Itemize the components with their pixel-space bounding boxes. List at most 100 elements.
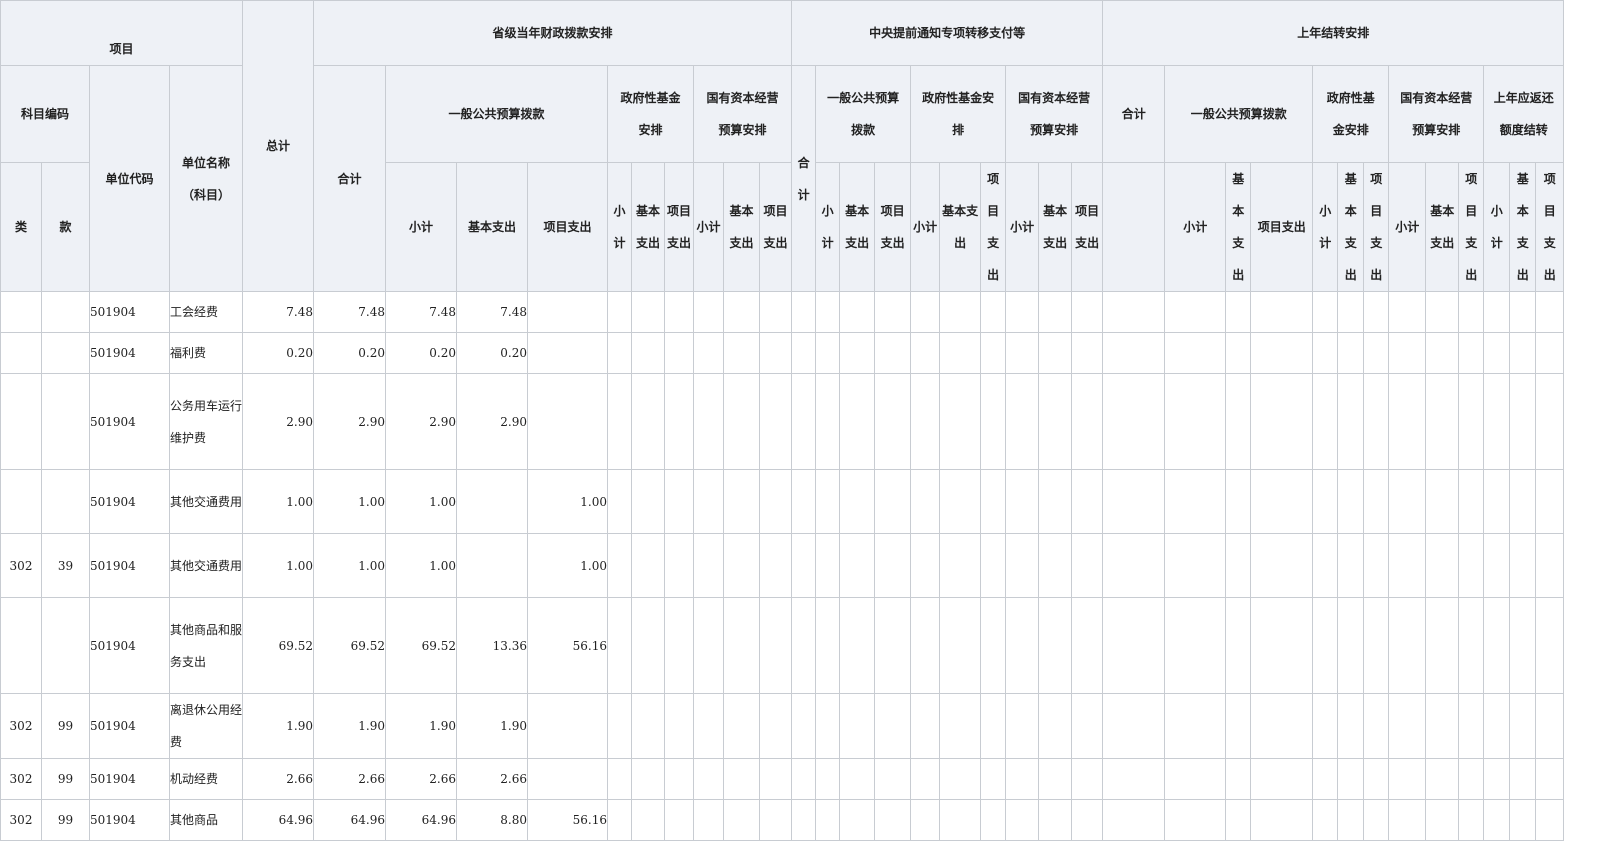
empty-cell [1005, 332, 1040, 374]
empty-cell [839, 597, 876, 694]
subtotal-cell: 64.96 [385, 799, 458, 841]
empty-cell [1458, 373, 1485, 470]
empty-cell [1164, 597, 1227, 694]
empty-cell [664, 373, 695, 470]
header-provincial-total: 合计 [313, 65, 387, 292]
empty-cell [631, 597, 666, 694]
empty-cell [791, 693, 817, 759]
provincial-total-cell: 1.90 [313, 693, 387, 759]
category-cell: 302 [0, 533, 42, 598]
empty-cell [664, 291, 695, 333]
empty-cell [1102, 469, 1166, 534]
empty-cell [910, 758, 941, 800]
empty-cell [1535, 597, 1565, 694]
empty-cell [723, 469, 761, 534]
empty-cell [980, 332, 1007, 374]
unit-name-cell: 机动经费 [168, 758, 244, 800]
unit-name-cell: 其他商品和服务支出 [168, 597, 244, 694]
empty-cell [1458, 469, 1485, 534]
category-cell [0, 597, 42, 694]
empty-cell [1483, 469, 1511, 534]
table-row: 302 39 501904 其他交通费用 1.00 1.00 1.00 1.00 [0, 533, 1565, 598]
empty-cell [1038, 799, 1073, 841]
empty-cell [1425, 469, 1460, 534]
header-general-budget-central: 一般公共预算拨款 [815, 65, 912, 163]
header-basic-c-gb: 基本支出 [839, 162, 876, 292]
empty-cell [759, 533, 793, 598]
item-cell: 99 [41, 799, 90, 841]
basic-exp-cell: 13.36 [456, 597, 529, 694]
item-cell [41, 332, 90, 374]
empty-cell [1038, 758, 1073, 800]
empty-cell [1388, 758, 1427, 800]
header-project-cy-gb: 项目支出 [1250, 162, 1314, 292]
empty-cell [1250, 373, 1314, 470]
empty-cell [1458, 799, 1485, 841]
empty-cell [1425, 291, 1460, 333]
project-exp-cell: 56.16 [527, 597, 609, 694]
empty-cell [693, 758, 725, 800]
unit-code-cell: 501904 [89, 799, 170, 841]
empty-cell [1425, 533, 1460, 598]
empty-cell [791, 373, 817, 470]
empty-cell [1425, 332, 1460, 374]
empty-cell [1483, 373, 1511, 470]
empty-cell [693, 469, 725, 534]
empty-cell [1509, 291, 1537, 333]
empty-cell [1225, 693, 1252, 759]
unit-name-cell: 其他商品 [168, 799, 244, 841]
empty-cell [1458, 758, 1485, 800]
header-gov-fund: 政府性基金安排 [607, 65, 695, 163]
empty-cell [1509, 373, 1537, 470]
empty-cell [1535, 332, 1565, 374]
table-row: 501904 其他商品和服务支出 69.52 69.52 69.52 13.36 56.16 [0, 597, 1565, 694]
item-cell: 39 [41, 533, 90, 598]
empty-cell [1337, 373, 1365, 470]
header-general-budget-carryover: 一般公共预算拨款 [1164, 65, 1314, 163]
subtotal-cell: 7.48 [385, 291, 458, 333]
empty-cell [939, 758, 982, 800]
empty-cell [839, 291, 876, 333]
empty-cell [1312, 332, 1339, 374]
subtotal-cell: 1.00 [385, 533, 458, 598]
empty-cell [1164, 291, 1227, 333]
empty-cell [839, 533, 876, 598]
empty-cell [980, 373, 1007, 470]
header-basic-cy-gb: 基本支出 [1225, 162, 1252, 292]
empty-cell [1458, 291, 1485, 333]
empty-cell [1005, 533, 1040, 598]
header-subject-code: 科目编码 [0, 65, 90, 163]
provincial-total-cell: 0.20 [313, 332, 387, 374]
empty-cell [939, 291, 982, 333]
subtotal-cell: 2.90 [385, 373, 458, 470]
subtotal-cell: 0.20 [385, 332, 458, 374]
header-basic-sc: 基本支出 [723, 162, 761, 292]
empty-cell [874, 332, 912, 374]
project-exp-cell [527, 693, 609, 759]
grand-total-cell: 1.00 [242, 469, 315, 534]
empty-cell [1509, 597, 1537, 694]
empty-cell [910, 597, 941, 694]
empty-cell [1535, 469, 1565, 534]
empty-cell [1363, 533, 1390, 598]
empty-cell [1388, 799, 1427, 841]
basic-exp-cell: 7.48 [456, 291, 529, 333]
header-unit-code: 单位代码 [89, 65, 170, 292]
empty-cell [693, 533, 725, 598]
empty-cell [759, 373, 793, 470]
empty-cell [723, 373, 761, 470]
empty-cell [1535, 291, 1565, 333]
empty-cell [1312, 373, 1339, 470]
empty-cell [815, 693, 841, 759]
header-item: 款 [41, 162, 90, 292]
header-carryover-total-blank [1102, 162, 1166, 292]
header-carryover-total: 合计 [1102, 65, 1166, 163]
empty-cell [1483, 799, 1511, 841]
header-unit-name: 单位名称（科目） [168, 65, 244, 292]
empty-cell [1363, 469, 1390, 534]
empty-cell [791, 291, 817, 333]
empty-cell [1312, 469, 1339, 534]
empty-cell [839, 332, 876, 374]
empty-cell [607, 533, 633, 598]
empty-cell [1425, 758, 1460, 800]
